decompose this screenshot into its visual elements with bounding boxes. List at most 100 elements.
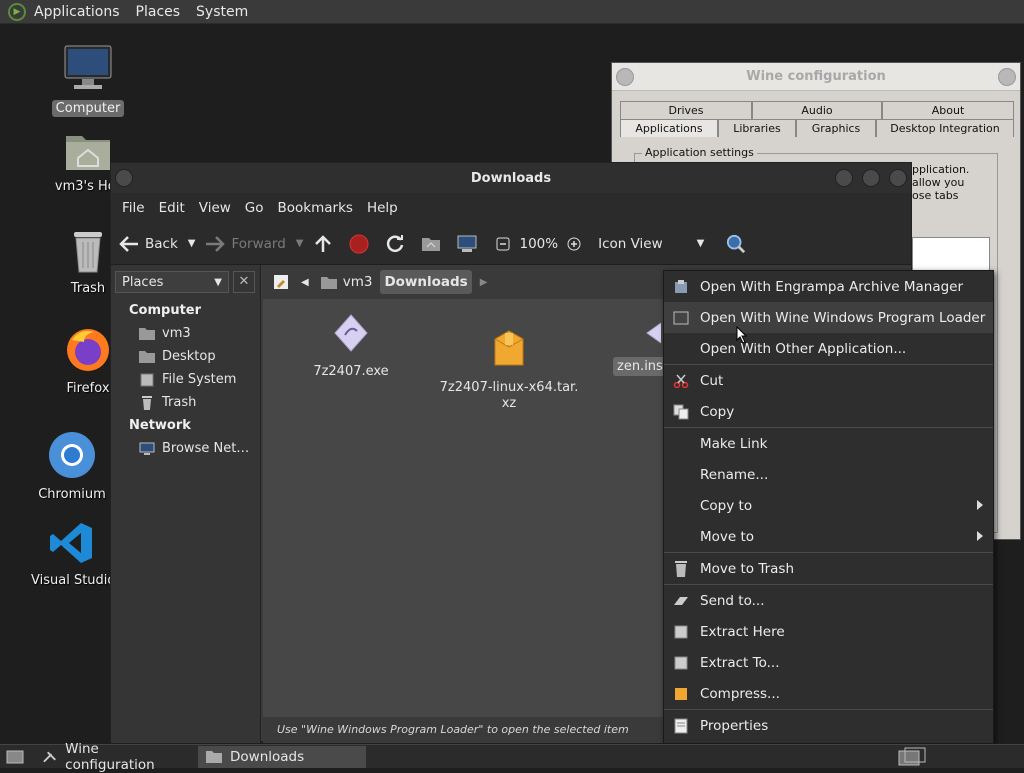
sidebar-item-trash[interactable]: Trash <box>111 391 260 414</box>
reload-button[interactable] <box>385 234 411 254</box>
menu-item-copy[interactable]: Copy <box>664 396 993 427</box>
menu-view[interactable]: View <box>192 200 238 216</box>
menu-item-open-other[interactable]: Open With Other Application... <box>664 333 993 364</box>
top-panel: ▶ Applications Places System <box>0 0 1024 24</box>
menu-item-label: Open With Wine Windows Program Loader <box>700 309 986 326</box>
stop-button[interactable] <box>349 234 375 254</box>
sidebar-selector[interactable]: Places ▼ <box>115 271 229 293</box>
taskbar-item-downloads[interactable]: Downloads <box>198 745 366 768</box>
menu-go[interactable]: Go <box>238 200 271 216</box>
archive-icon <box>672 279 690 295</box>
wine-icon <box>672 310 690 326</box>
zoom-control[interactable]: 100% <box>493 234 590 254</box>
path-scroll-left-icon[interactable]: ◀ <box>297 270 313 294</box>
menu-item-properties[interactable]: Properties <box>664 710 993 741</box>
edit-location-button[interactable] <box>269 270 293 294</box>
tab-desktop-integration[interactable]: Desktop Integration <box>876 119 1014 137</box>
tab-graphics[interactable]: Graphics <box>796 119 876 137</box>
close-icon[interactable] <box>889 169 907 187</box>
sidebar-item-desktop[interactable]: Desktop <box>111 345 260 368</box>
menu-item-send-to[interactable]: Send to... <box>664 585 993 616</box>
chevron-down-icon: ▼ <box>214 276 222 288</box>
desktop-icon-label: Chromium <box>38 487 106 502</box>
tab-about[interactable]: About <box>882 101 1014 119</box>
menu-item-extract-here[interactable]: Extract Here <box>664 616 993 647</box>
trash-icon <box>74 232 102 273</box>
sidebar-item-vm3[interactable]: vm3 <box>111 322 260 345</box>
sidebar-item-label: vm3 <box>162 326 191 341</box>
menu-item-make-link[interactable]: Make Link <box>664 428 993 459</box>
path-scroll-right-icon[interactable]: ▶ <box>476 270 492 294</box>
file-name: zen.ins <box>613 357 667 376</box>
forward-arrow-icon <box>205 234 226 254</box>
copy-icon <box>672 404 690 420</box>
wine-titlebar[interactable]: Wine configuration <box>612 63 1020 91</box>
home-button[interactable] <box>421 234 447 254</box>
sidebar-item-browse-network[interactable]: Browse Net… <box>111 437 260 460</box>
menu-edit[interactable]: Edit <box>152 200 192 216</box>
downloads-titlebar[interactable]: Downloads <box>111 163 911 193</box>
zoom-in-icon[interactable] <box>564 234 584 254</box>
workspace-switcher[interactable] <box>898 747 926 771</box>
firefox-icon <box>67 329 109 371</box>
menu-bookmarks[interactable]: Bookmarks <box>271 200 360 216</box>
file-name: 7z2407.exe <box>313 364 389 379</box>
zoom-out-icon[interactable] <box>493 234 513 254</box>
close-sidebar-button[interactable]: ✕ <box>233 271 255 293</box>
trash-icon <box>672 560 690 577</box>
menu-item-label: Make Link <box>700 435 768 452</box>
file-item[interactable]: 7z2407-linux-x64.tar. xz <box>439 313 579 428</box>
tab-libraries[interactable]: Libraries <box>718 119 796 137</box>
applications-menu[interactable]: Applications <box>26 0 128 24</box>
back-history-dropdown-icon[interactable]: ▼ <box>188 238 196 249</box>
tab-drives[interactable]: Drives <box>620 101 752 119</box>
tab-audio[interactable]: Audio <box>752 101 882 119</box>
places-sidebar: Places ▼ ✕ Computer vm3 Desktop File Sys… <box>111 265 261 743</box>
system-menu[interactable]: System <box>188 0 256 24</box>
menu-item-label: Cut <box>700 372 724 389</box>
path-segment-downloads[interactable]: Downloads <box>380 270 472 294</box>
path-segment-vm3[interactable]: vm3 <box>317 270 377 294</box>
close-icon[interactable] <box>998 68 1016 86</box>
tab-applications[interactable]: Applications <box>620 119 718 137</box>
menu-item-copy-to[interactable]: Copy to <box>664 490 993 521</box>
forward-button[interactable]: Forward ▼ <box>205 234 303 254</box>
extract-icon <box>672 655 690 671</box>
back-arrow-icon <box>119 234 139 254</box>
menu-item-open-engrampa[interactable]: Open With Engrampa Archive Manager <box>664 271 993 302</box>
file-item[interactable]: 7z2407.exe <box>281 313 421 380</box>
up-button[interactable] <box>313 234 339 254</box>
forward-history-dropdown-icon[interactable]: ▼ <box>296 238 304 249</box>
maximize-icon[interactable] <box>862 169 880 187</box>
network-icon <box>139 442 155 456</box>
places-menu[interactable]: Places <box>128 0 189 24</box>
computer-button[interactable] <box>457 234 483 254</box>
menu-item-open-wine[interactable]: Open With Wine Windows Program Loader <box>664 302 993 333</box>
desktop-icon-computer[interactable]: Computer <box>43 44 133 117</box>
menu-item-label: Compress... <box>700 685 780 702</box>
taskbar-item-wine-config[interactable]: Wine configuration <box>34 741 194 773</box>
menu-item-rename[interactable]: Rename... <box>664 459 993 490</box>
sidebar-item-label: Trash <box>162 395 197 410</box>
search-button[interactable] <box>726 234 752 254</box>
view-mode-label: Icon View <box>598 235 663 252</box>
menu-item-label: Copy to <box>700 497 753 514</box>
desktop-icon-chromium[interactable]: Chromium <box>27 430 117 503</box>
menu-item-cut[interactable]: Cut <box>664 365 993 396</box>
desktop-icon-label: Computer <box>51 100 125 117</box>
view-mode-select[interactable]: Icon View ▼ <box>598 236 704 252</box>
menu-item-compress[interactable]: Compress... <box>664 678 993 709</box>
menubar: File Edit View Go Bookmarks Help <box>111 193 911 223</box>
mate-logo-icon[interactable]: ▶ <box>8 2 26 21</box>
desktop-icon-vscode[interactable]: Visual Studio Co <box>27 520 137 589</box>
menu-file[interactable]: File <box>115 200 152 216</box>
menu-item-move-to[interactable]: Move to <box>664 521 993 552</box>
back-button[interactable]: Back ▼ <box>119 234 195 254</box>
menu-item-move-to-trash[interactable]: Move to Trash <box>664 553 993 584</box>
desc-line: allow you <box>912 176 965 189</box>
menu-item-extract-to[interactable]: Extract To... <box>664 647 993 678</box>
minimize-icon[interactable] <box>835 169 853 187</box>
sidebar-item-filesystem[interactable]: File System <box>111 368 260 391</box>
show-desktop-button[interactable] <box>0 746 30 768</box>
menu-help[interactable]: Help <box>360 200 405 216</box>
